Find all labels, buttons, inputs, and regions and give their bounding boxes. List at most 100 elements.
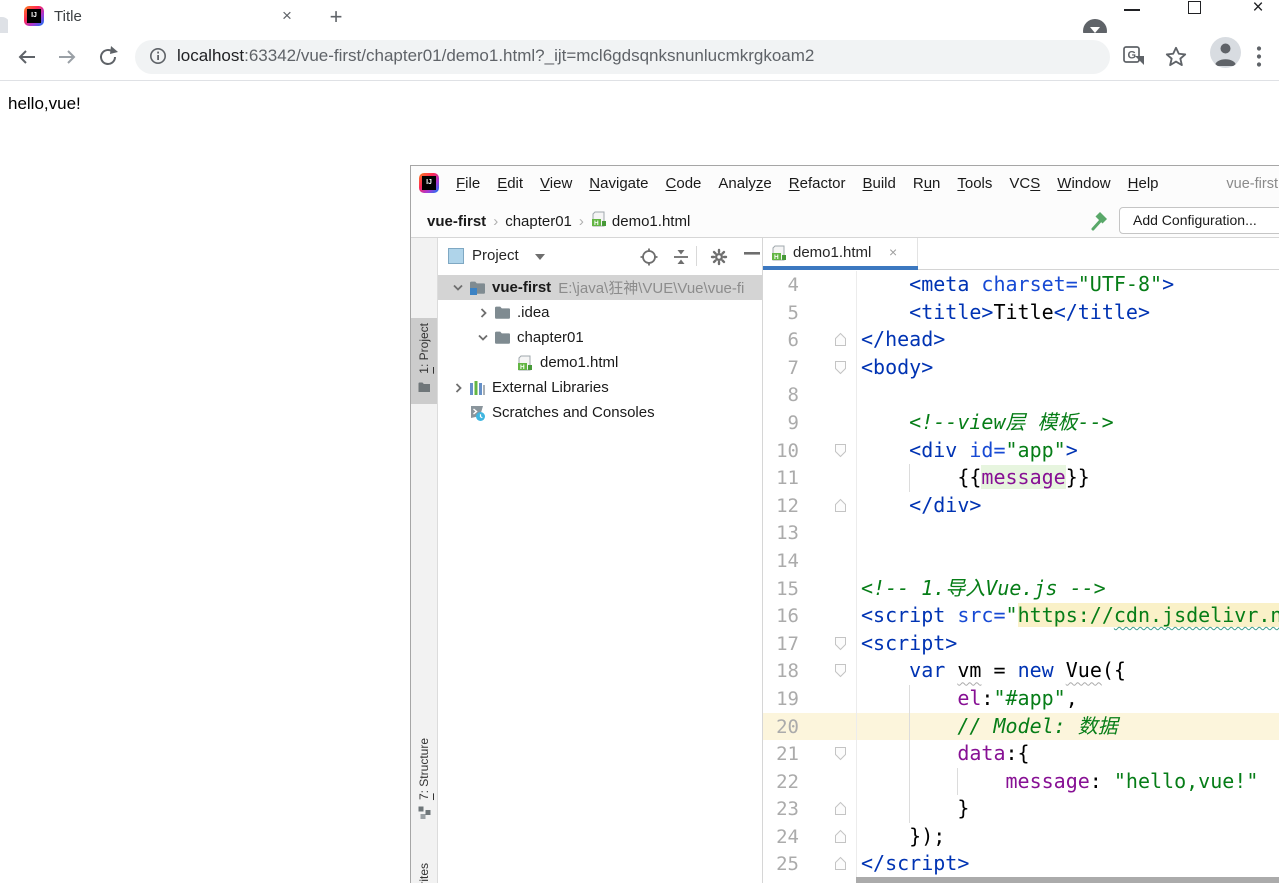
- tree-item-external-libraries[interactable]: External Libraries: [438, 375, 762, 400]
- code-text[interactable]: el:"#app",: [856, 685, 1279, 713]
- menu-tools[interactable]: Tools: [957, 175, 992, 192]
- menu-navigate[interactable]: Navigate: [589, 175, 648, 192]
- code-line[interactable]: 15<!-- 1.导入Vue.js -->: [763, 575, 1279, 603]
- code-text[interactable]: <meta charset="UTF-8">: [856, 271, 1279, 299]
- profile-avatar[interactable]: [1210, 37, 1241, 68]
- address-bar[interactable]: localhost:63342/vue-first/chapter01/demo…: [135, 40, 1110, 74]
- translate-icon[interactable]: G: [1122, 44, 1146, 68]
- stripe-button-project[interactable]: 1: Project: [411, 318, 437, 404]
- code-text[interactable]: data:{: [856, 740, 1279, 768]
- code-text[interactable]: }: [856, 795, 1279, 823]
- code-line[interactable]: 24 });: [763, 823, 1279, 851]
- project-panel-title[interactable]: Project: [472, 247, 519, 264]
- back-icon[interactable]: [13, 43, 41, 71]
- menu-code[interactable]: Code: [666, 175, 702, 192]
- add-configuration-button[interactable]: Add Configuration...: [1119, 207, 1279, 234]
- stripe-button-favorites[interactable]: 2: Favorites: [411, 858, 437, 883]
- code-text[interactable]: [856, 381, 1279, 409]
- editor-tab-close-icon[interactable]: ×: [889, 244, 897, 260]
- code-line[interactable]: 18 var vm = new Vue({: [763, 657, 1279, 685]
- tree-item-scratches-and-consoles[interactable]: Scratches and Consoles: [438, 400, 762, 425]
- code-line[interactable]: 12 </div>: [763, 492, 1279, 520]
- chevron-right-icon[interactable]: [447, 383, 469, 393]
- code-text[interactable]: });: [856, 823, 1279, 851]
- menu-build[interactable]: Build: [862, 175, 895, 192]
- page-info-icon[interactable]: [149, 47, 167, 65]
- code-line[interactable]: 10 <div id="app">: [763, 437, 1279, 465]
- fold-marker-up-icon[interactable]: [834, 332, 847, 352]
- maximize-button[interactable]: [1188, 0, 1201, 20]
- minimize-button[interactable]: [1124, 0, 1140, 20]
- code-line[interactable]: 8: [763, 381, 1279, 409]
- code-line[interactable]: 9 <!--view层 模板-->: [763, 409, 1279, 437]
- collapse-all-icon[interactable]: [672, 248, 690, 266]
- code-text[interactable]: // Model: 数据: [856, 713, 1279, 741]
- menu-help[interactable]: Help: [1128, 175, 1159, 192]
- code-text[interactable]: [856, 547, 1279, 575]
- gear-icon[interactable]: [710, 248, 728, 266]
- url-text[interactable]: localhost:63342/vue-first/chapter01/demo…: [177, 46, 1097, 66]
- fold-marker-down-icon[interactable]: [834, 663, 847, 683]
- code-text[interactable]: {{message}}: [856, 464, 1279, 492]
- code-line[interactable]: 4 <meta charset="UTF-8">: [763, 271, 1279, 299]
- menu-refactor[interactable]: Refactor: [789, 175, 846, 192]
- code-line[interactable]: 7<body>: [763, 354, 1279, 382]
- tree-item--idea[interactable]: .idea: [438, 300, 762, 325]
- code-line[interactable]: 11 {{message}}: [763, 464, 1279, 492]
- code-line[interactable]: 6</head>: [763, 326, 1279, 354]
- fold-marker-down-icon[interactable]: [834, 636, 847, 656]
- menu-window[interactable]: Window: [1057, 175, 1110, 192]
- code-line[interactable]: 25</script>: [763, 850, 1279, 878]
- code-line[interactable]: 16<script src="https://cdn.jsdelivr.ne: [763, 602, 1279, 630]
- build-hammer-icon[interactable]: [1089, 210, 1111, 232]
- tree-item-vue-first[interactable]: vue-firstE:\java\狂神\VUE\Vue\vue-fi: [438, 275, 762, 300]
- new-tab-button[interactable]: +: [324, 5, 348, 29]
- code-text[interactable]: <script>: [856, 630, 1279, 658]
- chevron-down-icon[interactable]: [535, 254, 545, 260]
- browser-tab[interactable]: IJ Title ×: [8, 0, 308, 33]
- menu-analyze[interactable]: Analyze: [718, 175, 771, 192]
- code-text[interactable]: <!-- 1.导入Vue.js -->: [856, 575, 1279, 603]
- code-line[interactable]: 22 message: "hello,vue!": [763, 768, 1279, 796]
- fold-marker-up-icon[interactable]: [834, 801, 847, 821]
- code-text[interactable]: <!--view层 模板-->: [856, 409, 1279, 437]
- tree-item-demo1-html[interactable]: Hdemo1.html: [438, 350, 762, 375]
- fold-marker-up-icon[interactable]: [834, 829, 847, 849]
- fold-marker-up-icon[interactable]: [834, 856, 847, 876]
- breadcrumb-root[interactable]: vue-first: [427, 213, 486, 230]
- chevron-down-icon[interactable]: [472, 334, 494, 341]
- code-text[interactable]: message: "hello,vue!": [856, 768, 1279, 796]
- code-text[interactable]: <title>Title</title>: [856, 299, 1279, 327]
- code-area[interactable]: 4 <meta charset="UTF-8">5 <title>Title</…: [763, 271, 1279, 878]
- menu-run[interactable]: Run: [913, 175, 941, 192]
- code-line[interactable]: 21 data:{: [763, 740, 1279, 768]
- code-text[interactable]: </script>: [856, 850, 1279, 878]
- code-text[interactable]: var vm = new Vue({: [856, 657, 1279, 685]
- chevron-down-icon[interactable]: [447, 284, 469, 291]
- code-text[interactable]: </div>: [856, 492, 1279, 520]
- tree-item-chapter01[interactable]: chapter01: [438, 325, 762, 350]
- code-text[interactable]: <div id="app">: [856, 437, 1279, 465]
- code-line[interactable]: 5 <title>Title</title>: [763, 299, 1279, 327]
- code-line[interactable]: 14: [763, 547, 1279, 575]
- fold-marker-up-icon[interactable]: [834, 498, 847, 518]
- code-text[interactable]: </head>: [856, 326, 1279, 354]
- forward-icon[interactable]: [53, 43, 81, 71]
- fold-marker-down-icon[interactable]: [834, 443, 847, 463]
- browser-menu-icon[interactable]: [1256, 45, 1262, 69]
- tab-close-icon[interactable]: ×: [276, 5, 298, 27]
- code-text[interactable]: <script src="https://cdn.jsdelivr.ne: [856, 602, 1279, 630]
- menu-file[interactable]: File: [456, 175, 480, 192]
- code-line[interactable]: 20 // Model: 数据: [763, 713, 1279, 741]
- code-text[interactable]: [856, 519, 1279, 547]
- menu-view[interactable]: View: [540, 175, 572, 192]
- reload-icon[interactable]: [94, 43, 122, 71]
- fold-marker-down-icon[interactable]: [834, 746, 847, 766]
- hide-panel-icon[interactable]: [744, 252, 760, 256]
- window-close-button[interactable]: ×: [1248, 0, 1268, 20]
- code-line[interactable]: 19 el:"#app",: [763, 685, 1279, 713]
- breadcrumb-file[interactable]: demo1.html: [612, 213, 690, 230]
- menu-edit[interactable]: Edit: [497, 175, 523, 192]
- bookmark-star-icon[interactable]: [1163, 44, 1189, 70]
- editor[interactable]: H demo1.html × 4 <meta charset="UTF-8">5…: [763, 238, 1279, 883]
